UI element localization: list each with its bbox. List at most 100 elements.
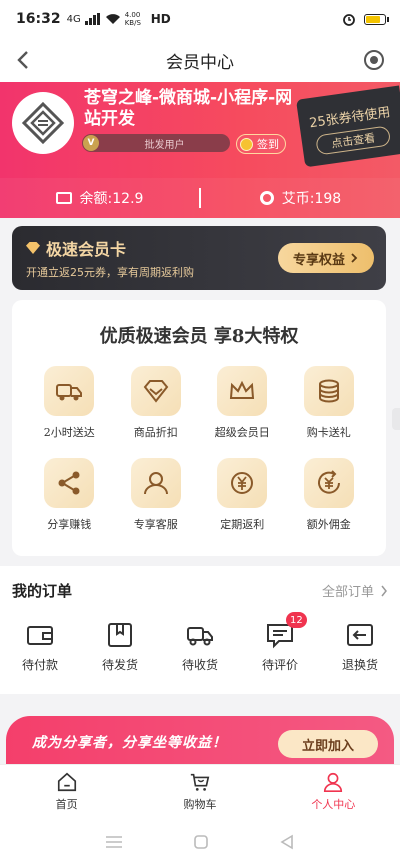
home-square-icon[interactable] (193, 834, 209, 850)
privilege-item[interactable]: 专享客服 (113, 458, 200, 532)
order-status-label: 待发货 (101, 658, 138, 672)
order-status-item[interactable]: 待收货 (160, 620, 240, 673)
share-banner[interactable]: 成为分享者，分享坐等收益！ 立即加入 (6, 716, 394, 764)
wallet-icon (27, 626, 53, 645)
privilege-item[interactable]: 定期返利 (199, 458, 286, 532)
order-status-row: 待付款 待发货 待收货 12 待评价 退换货 (0, 612, 400, 673)
coupon-view-button[interactable]: 点击查看 (315, 125, 392, 156)
status-bar: 16:32 4G 4.00 KB/S HD (0, 0, 400, 38)
order-status-label: 退换货 (341, 658, 378, 672)
coins-item[interactable]: 艾币:198 (201, 188, 400, 208)
privilege-item[interactable]: 分享赚钱 (26, 458, 113, 532)
balance-row: 余额:12.9 艾币:198 (0, 178, 400, 218)
delivery-truck-icon (44, 366, 95, 416)
order-status-label: 待评价 (261, 658, 298, 672)
share-icon (44, 458, 95, 508)
privilege-label: 购卡送礼 (306, 426, 351, 439)
balance-item[interactable]: 余额:12.9 (0, 188, 199, 208)
chevron-right-icon (381, 585, 387, 596)
coin-stack-icon (303, 366, 354, 416)
user-level-label: 批发用户 (144, 139, 185, 151)
order-status-label: 待收货 (181, 658, 218, 672)
all-orders-label: 全部订单 (321, 585, 374, 600)
privilege-item[interactable]: 2小时送达 (26, 366, 113, 440)
network-type: 4G (66, 13, 81, 25)
share-banner-text: 成为分享者，分享坐等收益！ (32, 735, 227, 751)
vip-card-title-row: 极速会员卡 (26, 236, 126, 260)
vip-card-title: 极速会员卡 (46, 240, 127, 259)
avatar[interactable] (12, 92, 74, 154)
notification-badge: 12 (286, 612, 307, 628)
vip-card[interactable]: 极速会员卡 开通立返25元券，享有周期返利购 专享权益 (12, 226, 386, 290)
privilege-label: 专享客服 (133, 518, 178, 531)
orders-section: 我的订单 全部订单 待付款 待发货 待收货 12 待评价 退换货 (0, 566, 400, 694)
tab-label: 首页 (55, 798, 78, 811)
exclusive-benefits-label: 专享权益 (292, 252, 345, 268)
privilege-item[interactable]: 商品折扣 (113, 366, 200, 440)
exclusive-benefits-button[interactable]: 专享权益 (278, 243, 374, 273)
tab-profile[interactable]: 个人中心 (267, 765, 400, 818)
privilege-item[interactable]: 额外佣金 (286, 458, 373, 532)
coin-icon (259, 191, 274, 205)
signin-label: 签到 (257, 138, 279, 151)
chevron-right-icon (351, 253, 358, 263)
privileges-grid: 2小时送达 商品折扣 超级会员日 购卡送礼 分享赚钱 专享客服 定期返利 额外佣… (26, 366, 372, 532)
privilege-label: 商品折扣 (133, 426, 178, 439)
order-status-item[interactable]: 退换货 (320, 620, 400, 673)
diamond-icon (130, 366, 181, 416)
tab-cart[interactable]: 购物车 (133, 765, 266, 818)
privileges-title: 优质极速会员 享8大特权 (99, 326, 299, 347)
alarm-icon (343, 14, 355, 26)
network-speed: 4.00 KB/S (124, 11, 141, 27)
package-icon (108, 623, 132, 647)
wifi-icon (105, 14, 120, 24)
privilege-item[interactable]: 购卡送礼 (286, 366, 373, 440)
tab-home[interactable]: 首页 (0, 765, 133, 818)
shop-name: 苍穹之峰-微商城-小程序-网站开发 (84, 88, 293, 129)
tab-bar: 首页 购物车 个人中心 (0, 764, 400, 818)
back-arrow-icon[interactable] (12, 48, 36, 72)
coupon-ticket[interactable]: 25张券待使用 点击查看 (296, 85, 400, 168)
vip-level-icon: V (83, 135, 99, 151)
order-status-item[interactable]: 待发货 (80, 620, 160, 673)
customer-service-icon (130, 458, 181, 508)
nav-bar: 会员中心 (0, 38, 400, 82)
truck-icon (187, 627, 213, 646)
shop-logo-icon (21, 101, 65, 145)
all-orders-link[interactable]: 全部订单 (322, 581, 388, 600)
order-status-item[interactable]: 待付款 (0, 620, 80, 673)
menu-icon[interactable] (105, 835, 123, 849)
yuan-refresh-icon (303, 458, 354, 508)
wallet-icon (55, 192, 72, 204)
battery-icon (364, 13, 389, 25)
home-icon (57, 772, 76, 792)
privilege-label: 分享赚钱 (47, 518, 92, 531)
privilege-label: 2小时送达 (43, 426, 95, 439)
return-icon (347, 624, 373, 646)
privilege-label: 额外佣金 (306, 518, 351, 531)
target-icon[interactable] (362, 48, 386, 72)
tab-label: 个人中心 (311, 798, 356, 811)
orders-title: 我的订单 (12, 582, 73, 600)
diamond-icon (26, 242, 40, 254)
crown-icon (217, 366, 268, 416)
order-status-item[interactable]: 12 待评价 (240, 612, 320, 673)
order-status-label: 待付款 (21, 658, 58, 672)
balance-label: 余额:12.9 (79, 191, 144, 207)
vip-card-subtitle: 开通立返25元券，享有周期返利购 (26, 266, 194, 279)
signin-button[interactable]: 签到 (236, 134, 286, 154)
join-now-button[interactable]: 立即加入 (278, 730, 378, 758)
signal-icon: 4G 4.00 KB/S HD (67, 11, 171, 27)
hd-label: HD (150, 12, 171, 26)
privileges-panel: 优质极速会员 享8大特权 2小时送达 商品折扣 超级会员日 购卡送礼 分享赚钱 … (12, 300, 386, 556)
tab-label: 购物车 (183, 798, 217, 811)
coins-label: 艾币:198 (281, 191, 342, 207)
side-handle[interactable] (392, 408, 400, 430)
back-triangle-icon[interactable] (279, 834, 295, 850)
page-title: 会员中心 (166, 52, 234, 73)
privilege-item[interactable]: 超级会员日 (199, 366, 286, 440)
coin-icon (240, 137, 253, 151)
yuan-cycle-icon (217, 458, 268, 508)
user-icon (324, 772, 343, 792)
user-level-tag: V 批发用户 (82, 134, 230, 152)
